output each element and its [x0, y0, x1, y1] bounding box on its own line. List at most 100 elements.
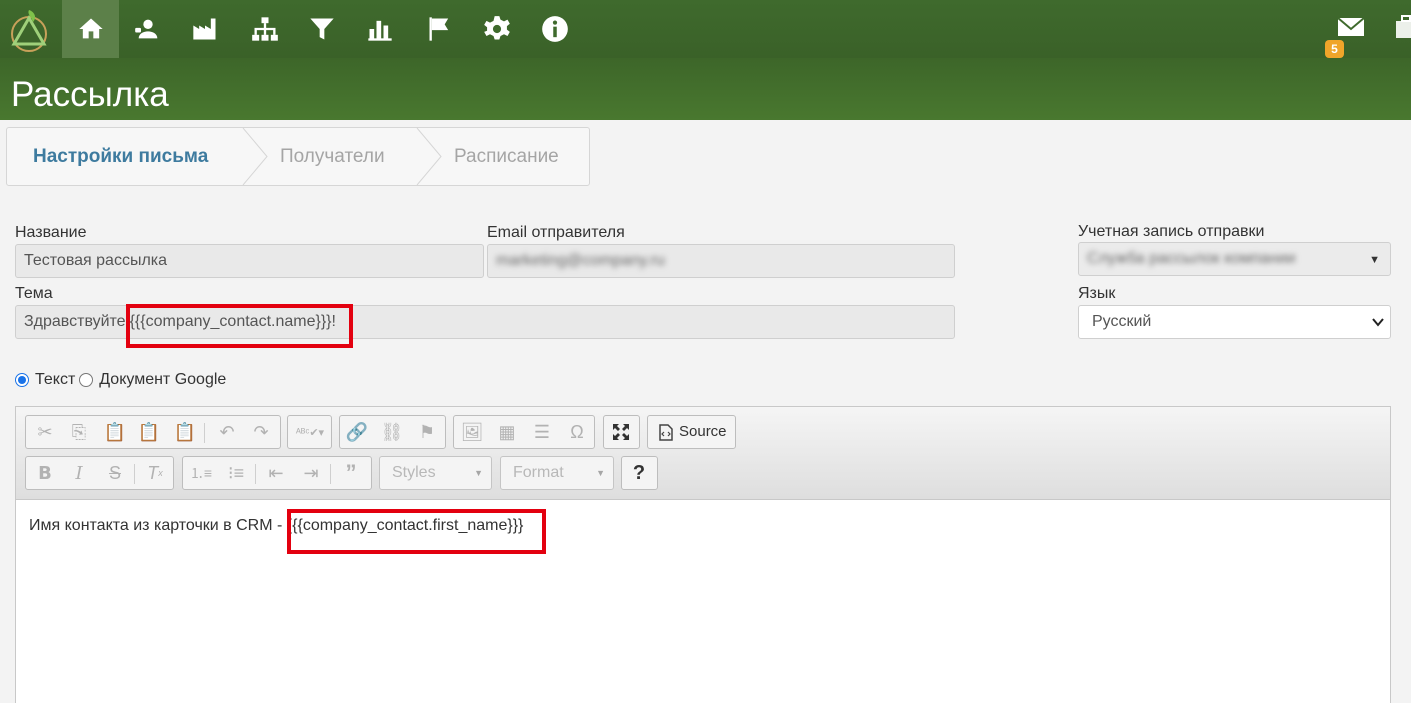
special-char-icon[interactable]: Ω: [562, 416, 592, 448]
link-icon[interactable]: 🔗: [342, 416, 372, 448]
italic-icon[interactable]: I: [64, 457, 94, 489]
step-schedule[interactable]: Расписание: [454, 128, 559, 185]
editor-body-text: Имя контакта из карточки в CRM -: [29, 517, 287, 534]
nav-companies[interactable]: [176, 0, 233, 58]
numbered-list-icon[interactable]: ⒈≡: [186, 457, 216, 489]
name-field[interactable]: Тестовая рассылка: [15, 244, 484, 278]
clipboard-group: ✂ ⎘ 📋 📋 📋 ↶ ↷: [25, 415, 281, 449]
link-group: 🔗 ⛓ ⚑: [339, 415, 446, 449]
content-type-radio-group: Текст Документ Google: [15, 371, 230, 389]
toolbar-separator: [330, 464, 331, 484]
filter-icon: [309, 18, 334, 40]
nav-settings[interactable]: [468, 0, 525, 58]
horizontal-line-icon[interactable]: ☰: [527, 416, 557, 448]
top-navigation-bar: 5: [0, 0, 1411, 58]
table-icon[interactable]: ▦: [492, 416, 522, 448]
step-divider-icon: [416, 128, 442, 185]
caret-down-icon: ▼: [596, 468, 605, 478]
paste-icon[interactable]: 📋: [100, 416, 130, 448]
insert-group: 🖼 ▦ ☰ Ω: [453, 415, 595, 449]
outdent-icon[interactable]: ⇤: [261, 457, 291, 489]
name-label: Название: [15, 224, 87, 241]
editor-toolbar: ✂ ⎘ 📋 📋 📋 ↶ ↷ ᴬᴮᶜ✔▾ 🔗 ⛓ ⚑ 🖼 ▦ ☰ Ω Source…: [16, 407, 1390, 500]
spellcheck-group: ᴬᴮᶜ✔▾: [287, 415, 332, 449]
nav-structure[interactable]: [236, 0, 293, 58]
nav-home[interactable]: [62, 0, 119, 58]
image-icon[interactable]: 🖼: [457, 416, 487, 448]
subject-variable-highlight: [126, 304, 353, 348]
info-icon: [541, 16, 568, 42]
copy-icon[interactable]: ⎘: [64, 416, 94, 448]
unlink-icon[interactable]: ⛓: [377, 416, 407, 448]
sender-email-label: Email отправителя: [487, 224, 625, 241]
nav-info[interactable]: [526, 0, 583, 58]
bold-icon[interactable]: B: [30, 457, 60, 489]
radio-text[interactable]: [15, 373, 29, 387]
toolbar-separator: [204, 423, 205, 443]
help-button[interactable]: ?: [621, 456, 658, 490]
sender-account-select[interactable]: Служба рассылок компании ▼: [1078, 242, 1391, 276]
caret-down-icon: ▼: [474, 468, 483, 478]
wizard-steps: Настройки письма Получатели Расписание: [6, 127, 590, 186]
page-title: Рассылка: [11, 75, 169, 114]
factory-icon: [192, 18, 215, 40]
remove-format-icon[interactable]: Tx: [140, 457, 170, 489]
sender-account-label: Учетная запись отправки: [1078, 223, 1265, 240]
redo-icon[interactable]: ↷: [246, 416, 276, 448]
paste-word-icon[interactable]: 📋: [170, 416, 200, 448]
chevron-down-icon: [1372, 318, 1384, 327]
styles-placeholder: Styles: [392, 464, 436, 481]
anchor-flag-icon[interactable]: ⚑: [412, 416, 442, 448]
format-placeholder: Format: [513, 464, 564, 481]
indent-icon[interactable]: ⇥: [296, 457, 326, 489]
subject-label: Тема: [15, 285, 53, 302]
radio-text-label: Текст: [35, 371, 76, 388]
rich-text-editor: ✂ ⎘ 📋 📋 📋 ↶ ↷ ᴬᴮᶜ✔▾ 🔗 ⛓ ⚑ 🖼 ▦ ☰ Ω Source…: [15, 406, 1391, 703]
spellcheck-icon[interactable]: ᴬᴮᶜ✔▾: [290, 416, 330, 448]
bulleted-list-icon[interactable]: ⁝≡: [221, 457, 251, 489]
styles-dropdown[interactable]: Styles ▼: [379, 456, 492, 490]
step-recipients[interactable]: Получатели: [280, 128, 385, 185]
language-value: Русский: [1092, 313, 1152, 330]
blockquote-icon[interactable]: ”: [336, 457, 366, 489]
nav-reports[interactable]: [351, 0, 408, 58]
nav-flags[interactable]: [411, 0, 468, 58]
paste-text-icon[interactable]: 📋: [134, 416, 164, 448]
undo-icon[interactable]: ↶: [212, 416, 242, 448]
maximize-icon[interactable]: [606, 416, 636, 448]
sender-email-field[interactable]: marketing@company.ru: [487, 244, 955, 278]
radio-google-doc-label: Документ Google: [99, 371, 227, 388]
mail-count-badge: 5: [1325, 40, 1344, 58]
source-button[interactable]: Source: [647, 415, 736, 449]
toolbar-separator: [134, 464, 135, 484]
body-variable-highlight: [287, 509, 546, 554]
source-doc-icon: [659, 424, 673, 441]
mail-icon[interactable]: [1336, 12, 1366, 42]
nav-filter[interactable]: [293, 0, 350, 58]
language-select[interactable]: Русский: [1078, 305, 1391, 339]
sitemap-icon: [251, 17, 278, 41]
nav-contacts[interactable]: [119, 0, 176, 58]
subject-prefix: Здравствуйте: [24, 313, 126, 330]
sender-email-value: marketing@company.ru: [496, 252, 665, 269]
sender-account-value: Служба рассылок компании: [1087, 250, 1296, 267]
format-dropdown[interactable]: Format ▼: [500, 456, 614, 490]
page-header: Рассылка: [0, 58, 1411, 120]
strikethrough-icon[interactable]: S: [100, 457, 130, 489]
radio-google-doc[interactable]: [79, 373, 94, 387]
caret-down-icon: ▼: [1369, 254, 1380, 266]
help-icon: ?: [632, 461, 646, 484]
source-label: Source: [679, 423, 727, 440]
basic-style-group: B I S Tx: [25, 456, 174, 490]
list-group: ⒈≡ ⁝≡ ⇤ ⇥ ”: [182, 456, 372, 490]
cut-icon[interactable]: ✂: [30, 416, 60, 448]
gear-icon: [483, 16, 510, 40]
maximize-group: [603, 415, 640, 449]
flag-icon: [429, 17, 448, 41]
app-logo[interactable]: [5, 6, 53, 54]
step-divider-icon: [242, 128, 268, 185]
contacts-icon: [134, 19, 157, 39]
step-letter-settings[interactable]: Настройки письма: [33, 128, 208, 185]
toolbar-separator: [255, 464, 256, 484]
briefcase-icon[interactable]: [1394, 14, 1411, 40]
